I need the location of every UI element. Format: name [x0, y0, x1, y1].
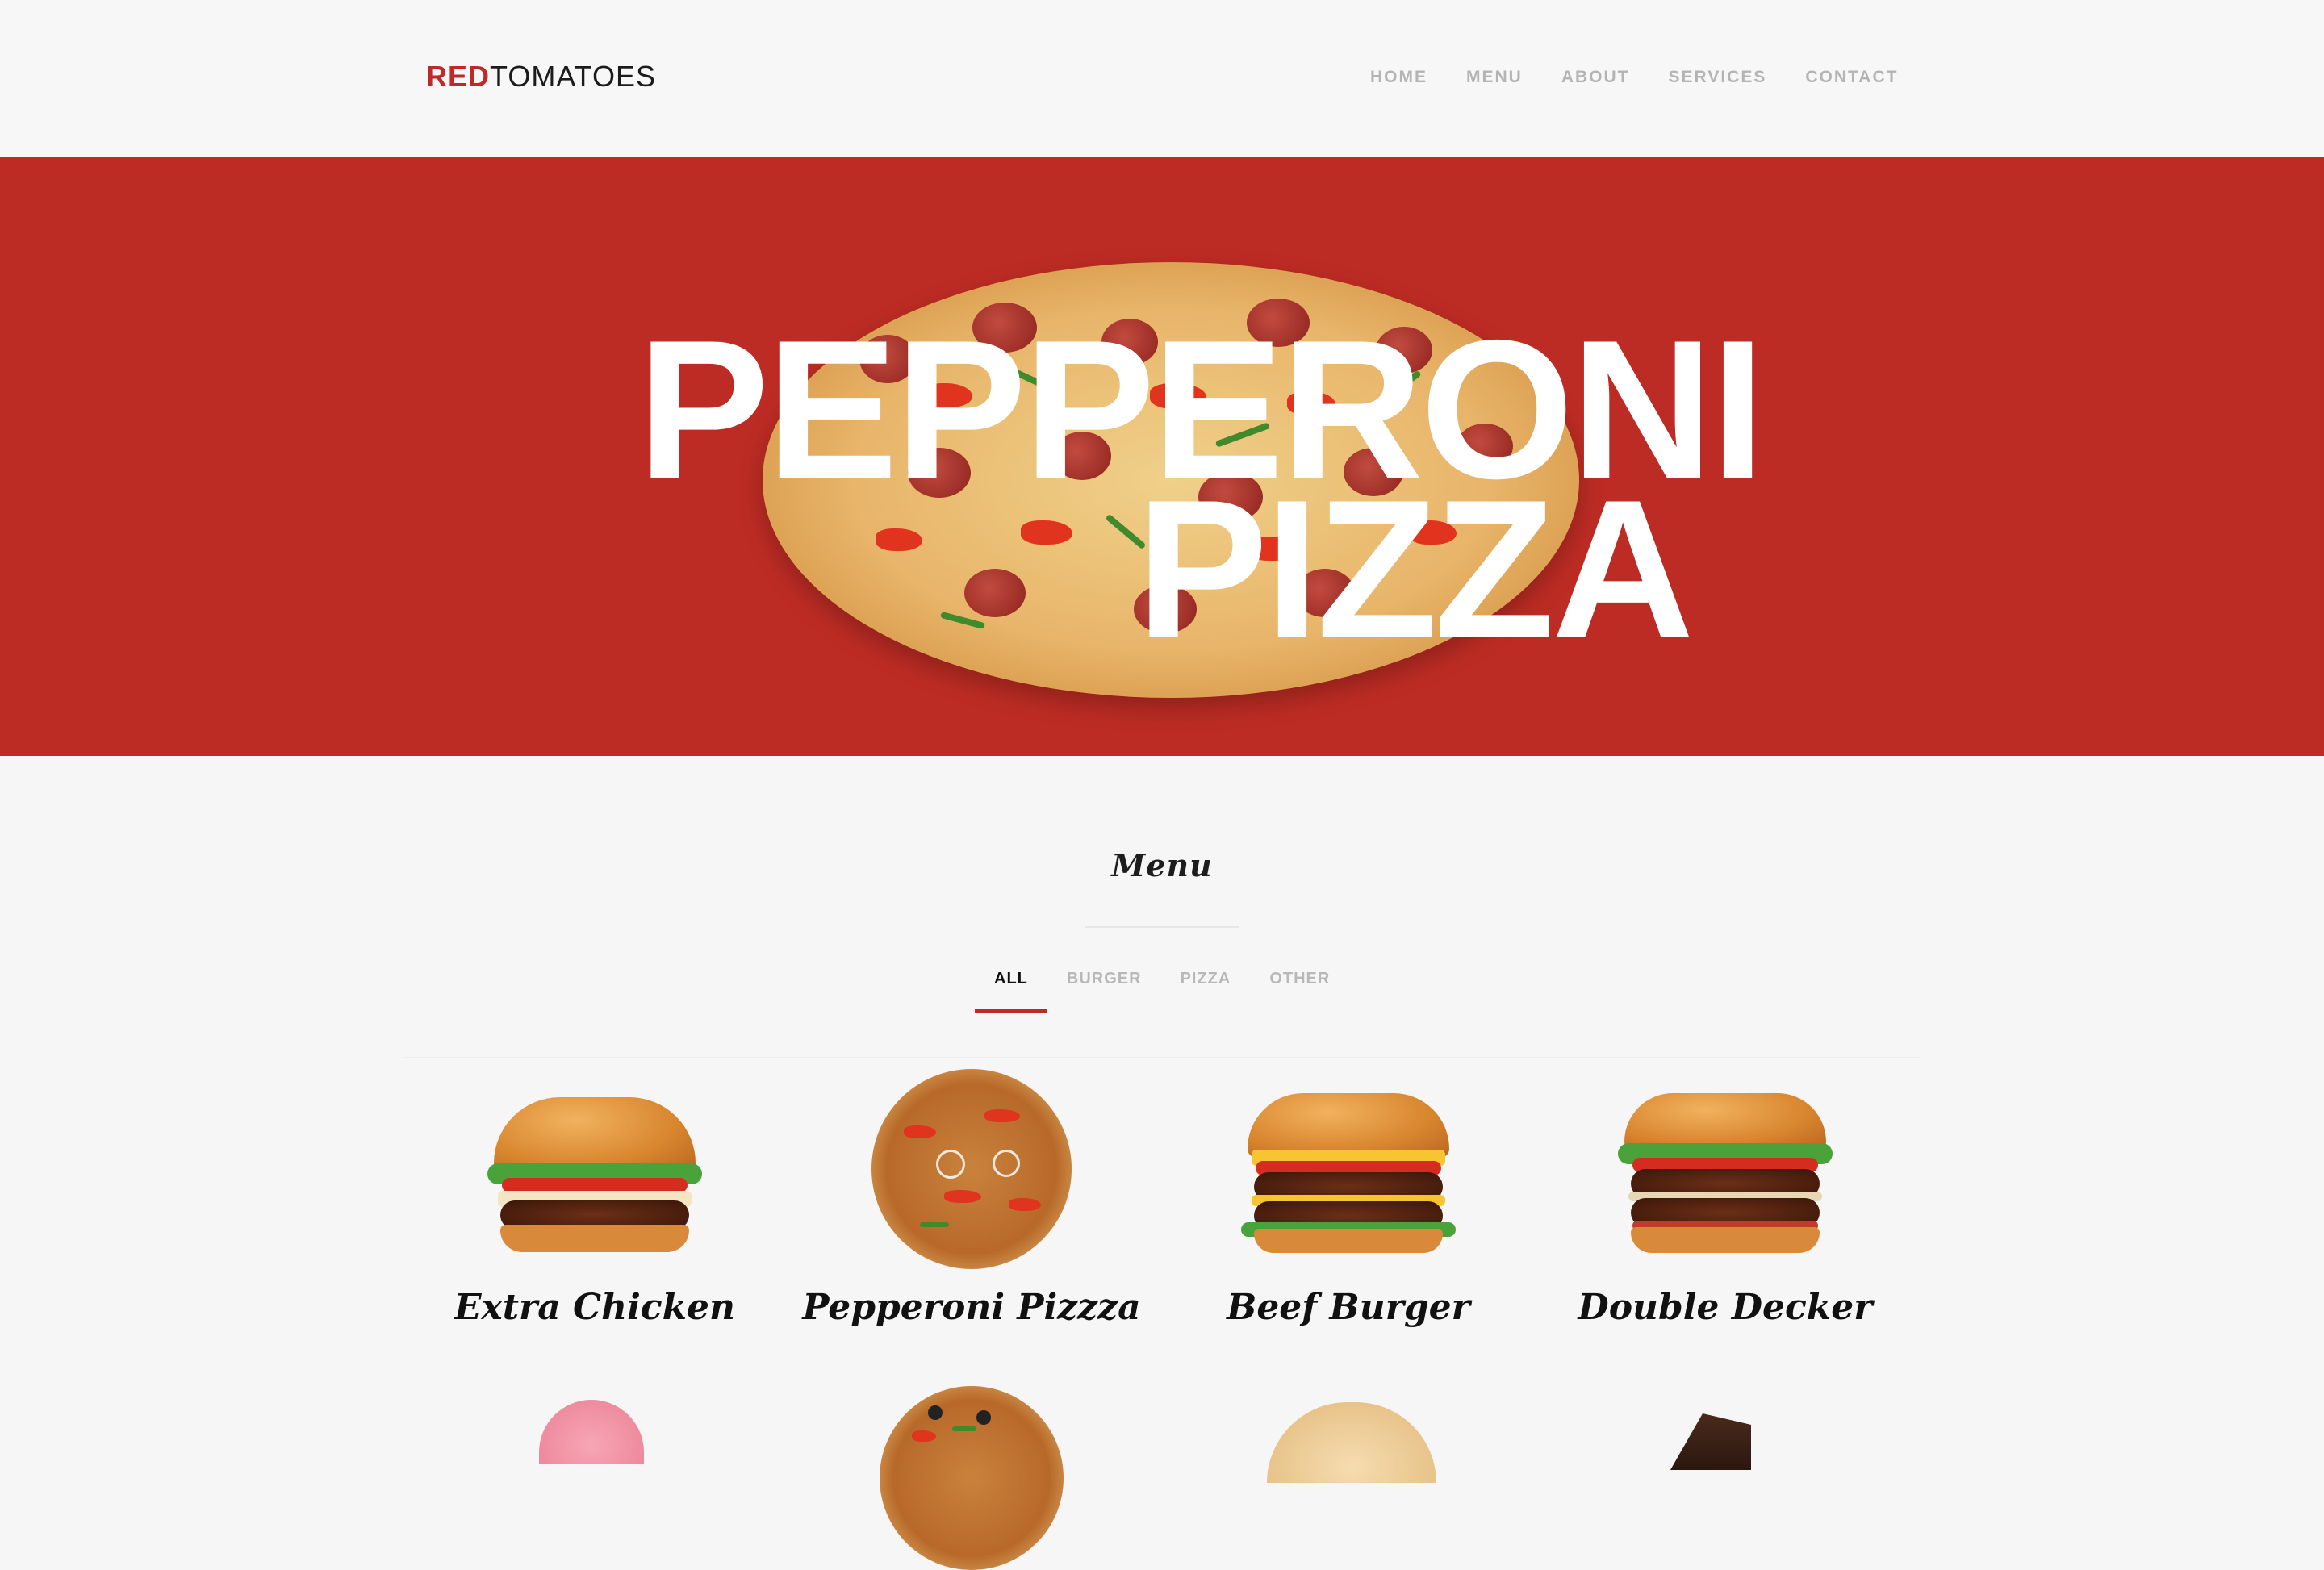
- burger-image: [1241, 1093, 1456, 1255]
- menu-item-name: Double Decker: [1578, 1287, 1873, 1328]
- main-nav: HOME MENU ABOUT SERVICES CONTACT: [1370, 68, 1898, 87]
- filter-divider: [403, 1057, 1921, 1058]
- title-divider: [1085, 926, 1239, 928]
- nav-contact[interactable]: CONTACT: [1805, 68, 1898, 87]
- filter-all[interactable]: ALL: [975, 967, 1047, 1013]
- cake-image[interactable]: [1670, 1413, 1751, 1470]
- filter-burger[interactable]: BURGER: [1047, 967, 1161, 1013]
- nav-home[interactable]: HOME: [1370, 68, 1427, 87]
- nav-menu[interactable]: MENU: [1466, 68, 1523, 87]
- menu-section-title: Menu: [1111, 847, 1213, 883]
- nav-about[interactable]: ABOUT: [1561, 68, 1630, 87]
- hero-title-line2: PIZZA: [1136, 458, 1695, 679]
- site-logo[interactable]: REDTOMATOES: [426, 60, 656, 94]
- burger-image: [1618, 1093, 1833, 1255]
- filter-other[interactable]: OTHER: [1250, 967, 1349, 1013]
- cupcake-image[interactable]: [539, 1400, 644, 1464]
- nav-services[interactable]: SERVICES: [1669, 68, 1767, 87]
- menu-item[interactable]: Pepperoni Pizzza: [786, 1069, 1157, 1343]
- pizza-image: [872, 1069, 1072, 1269]
- filter-pizza[interactable]: PIZZA: [1161, 967, 1251, 1013]
- menu-item-name: Extra Chicken: [454, 1287, 736, 1328]
- hero-banner: PEPPERONI PIZZA: [0, 157, 2324, 756]
- top-navbar: REDTOMATOES HOME MENU ABOUT SERVICES CON…: [0, 0, 2324, 157]
- menu-item-name: Beef Burger: [1227, 1287, 1470, 1328]
- menu-item[interactable]: Double Decker: [1540, 1085, 1911, 1343]
- pizza-image[interactable]: [880, 1386, 1064, 1570]
- bun-image[interactable]: [1267, 1402, 1436, 1483]
- menu-item-name: Pepperoni Pizzza: [802, 1287, 1141, 1328]
- logo-red-part: RED: [426, 60, 491, 93]
- burger-image: [487, 1097, 702, 1252]
- menu-item[interactable]: Beef Burger: [1163, 1085, 1534, 1343]
- logo-rest-part: TOMATOES: [490, 60, 657, 93]
- menu-filter-tabs: ALL BURGER PIZZA OTHER: [975, 967, 1349, 1013]
- menu-item[interactable]: Extra Chicken: [409, 1085, 780, 1343]
